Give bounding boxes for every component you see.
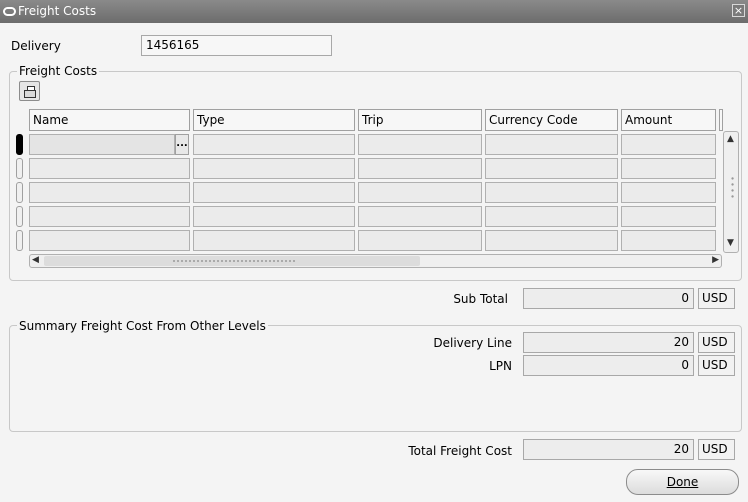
subtotal-field[interactable]: 0	[523, 288, 694, 309]
column-header-currency-code[interactable]: Currency Code	[485, 109, 618, 131]
cell-trip[interactable]	[358, 206, 482, 227]
cell-type[interactable]	[193, 158, 355, 179]
cell-type[interactable]	[193, 206, 355, 227]
delivery-line-currency: USD	[698, 332, 735, 353]
horizontal-scroll-thumb[interactable]	[44, 256, 420, 266]
open-folder-button[interactable]	[19, 81, 40, 101]
scroll-grip-icon	[172, 259, 296, 263]
cell-name[interactable]	[29, 182, 190, 203]
oracle-logo-icon	[3, 7, 16, 16]
cell-currency-code[interactable]	[485, 230, 618, 251]
subtotal-currency: USD	[698, 288, 735, 309]
row-indicator[interactable]	[16, 230, 23, 251]
lpn-field[interactable]: 0	[523, 355, 694, 376]
cell-trip[interactable]	[358, 158, 482, 179]
column-header-name[interactable]: Name	[29, 109, 190, 131]
scroll-left-icon[interactable]: ◀	[32, 255, 39, 265]
cell-trip[interactable]	[358, 182, 482, 203]
column-header-overflow	[719, 109, 723, 131]
lpn-currency: USD	[698, 355, 735, 376]
scroll-up-icon[interactable]: ▲	[727, 134, 734, 144]
total-freight-cost-field[interactable]: 20	[523, 439, 694, 460]
cell-type[interactable]	[193, 134, 355, 155]
scroll-down-icon[interactable]: ▼	[727, 238, 734, 248]
close-icon[interactable]: ×	[732, 4, 745, 17]
delivery-line-field[interactable]: 20	[523, 332, 694, 353]
window-titlebar: Freight Costs ×	[0, 0, 748, 23]
delivery-label: Delivery	[11, 39, 61, 53]
scroll-right-icon[interactable]: ▶	[712, 255, 719, 265]
lpn-label: LPN	[489, 359, 512, 373]
done-button[interactable]: Done	[626, 469, 739, 495]
cell-currency-code[interactable]	[485, 158, 618, 179]
cell-name[interactable]	[29, 134, 175, 155]
horizontal-scrollbar[interactable]: ◀ ▶	[29, 254, 722, 268]
cell-name[interactable]	[29, 230, 190, 251]
cell-amount[interactable]	[621, 158, 716, 179]
total-freight-cost-label: Total Freight Cost	[408, 444, 512, 458]
row-indicator-current[interactable]	[16, 134, 23, 155]
column-header-type[interactable]: Type	[193, 109, 355, 131]
cell-amount[interactable]	[621, 230, 716, 251]
vertical-scrollbar[interactable]: ▲ ∙ ∙ ∙ ∙ ▼	[723, 131, 739, 253]
cell-name[interactable]	[29, 206, 190, 227]
summary-group-title: Summary Freight Cost From Other Levels	[17, 319, 268, 333]
cell-name[interactable]	[29, 158, 190, 179]
cell-currency-code[interactable]	[485, 182, 618, 203]
cell-trip[interactable]	[358, 134, 482, 155]
column-header-trip[interactable]: Trip	[358, 109, 482, 131]
cell-currency-code[interactable]	[485, 206, 618, 227]
window-title: Freight Costs	[18, 4, 97, 18]
cell-currency-code[interactable]	[485, 134, 618, 155]
cell-type[interactable]	[193, 230, 355, 251]
row-indicator[interactable]	[16, 206, 23, 227]
cell-amount[interactable]	[621, 206, 716, 227]
delivery-line-label: Delivery Line	[433, 336, 512, 350]
freight-costs-group-title: Freight Costs	[17, 64, 100, 78]
row-indicator[interactable]	[16, 182, 23, 203]
done-button-label: Done	[666, 475, 699, 489]
total-currency: USD	[698, 439, 735, 460]
delivery-field[interactable]: 1456165	[141, 35, 332, 56]
subtotal-label: Sub Total	[453, 292, 508, 306]
list-of-values-button[interactable]: ...	[175, 134, 189, 155]
column-header-amount[interactable]: Amount	[621, 109, 716, 131]
scroll-grip-icon: ∙ ∙ ∙ ∙	[730, 174, 736, 201]
cell-trip[interactable]	[358, 230, 482, 251]
cell-amount[interactable]	[621, 134, 716, 155]
row-indicator[interactable]	[16, 158, 23, 179]
cell-type[interactable]	[193, 182, 355, 203]
cell-amount[interactable]	[621, 182, 716, 203]
